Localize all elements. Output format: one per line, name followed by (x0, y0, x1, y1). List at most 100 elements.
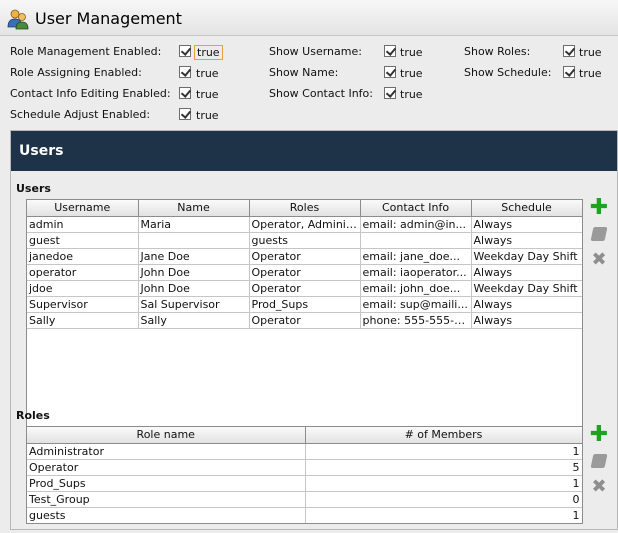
prop-show-schedule: Show Schedule: true (464, 64, 614, 82)
prop-label: Role Management Enabled: (10, 45, 162, 58)
users-table[interactable]: Username Name Roles Contact Info Schedul… (26, 199, 583, 427)
table-cell: Test_Group (27, 491, 306, 508)
show-contact-checkbox[interactable] (384, 87, 396, 99)
role-assigning-checkbox[interactable] (179, 66, 191, 78)
prop-value: true (196, 109, 219, 122)
table-cell: Weekday Day Shift (471, 248, 582, 265)
table-cell (138, 232, 250, 249)
table-cell: John Doe (138, 264, 250, 281)
table-cell: 5 (305, 459, 582, 476)
table-row[interactable]: Supervisor Sal Supervisor Prod_Sups email: … (27, 296, 582, 313)
table-cell: Always (471, 312, 582, 329)
title-bar: User Management (0, 0, 618, 36)
prop-contact-editing: Contact Info Editing Enabled: true (10, 85, 220, 103)
show-schedule-checkbox[interactable] (563, 66, 575, 78)
edit-icon (590, 454, 608, 468)
edit-icon (590, 227, 608, 241)
table-row[interactable]: Sally Sally Operator phone: 555-555-5... Alw… (27, 312, 582, 329)
delete-icon: ✖ (591, 249, 607, 270)
show-roles-checkbox[interactable] (563, 45, 575, 57)
table-cell: jdoe (27, 280, 139, 297)
window-title: User Management (35, 9, 182, 28)
prop-show-name: Show Name: true (269, 64, 429, 82)
prop-show-contact: Show Contact Info: true (269, 85, 429, 103)
column-header[interactable]: Role name (27, 427, 306, 444)
prop-label: Show Username: (269, 45, 362, 58)
table-row[interactable]: Operator 5 (27, 459, 582, 476)
prop-show-roles: Show Roles: true (464, 43, 614, 61)
table-cell: John Doe (138, 280, 250, 297)
column-header[interactable]: # of Members (305, 427, 582, 444)
edit-user-button[interactable] (589, 224, 609, 244)
table-row[interactable]: Prod_Sups 1 (27, 475, 582, 492)
table-row[interactable]: admin Maria Operator, Adminis... email: adm… (27, 216, 582, 233)
prop-label: Schedule Adjust Enabled: (10, 108, 151, 121)
table-cell: Sally (27, 312, 139, 329)
users-section-label: Users (16, 182, 51, 195)
table-row[interactable]: Administrator 1 (27, 443, 582, 460)
prop-label: Show Schedule: (464, 66, 552, 79)
column-header[interactable]: Username (27, 200, 139, 217)
show-name-checkbox[interactable] (384, 66, 396, 78)
column-header[interactable]: Roles (249, 200, 361, 217)
panel-header: Users (11, 131, 617, 171)
delete-icon: ✖ (591, 476, 607, 497)
plus-icon: ✚ (589, 422, 609, 447)
table-row[interactable]: janedoe Jane Doe Operator email: jane_doe..… (27, 248, 582, 265)
table-cell: Maria (138, 216, 250, 233)
prop-label: Show Roles: (464, 45, 531, 58)
table-cell: 1 (305, 475, 582, 492)
table-cell: Administrator (27, 443, 306, 460)
prop-value: true (400, 46, 423, 59)
prop-value: true (196, 67, 219, 80)
show-username-checkbox[interactable] (384, 45, 396, 57)
user-management-panel: Users Users Username Name Roles Contact … (10, 130, 618, 530)
contact-editing-checkbox[interactable] (179, 87, 191, 99)
prop-value: true (400, 88, 423, 101)
delete-user-button[interactable]: ✖ (589, 250, 609, 270)
prop-label: Contact Info Editing Enabled: (10, 87, 171, 100)
table-cell: Always (471, 232, 582, 249)
table-cell: Always (471, 296, 582, 313)
table-cell: Sally (138, 312, 250, 329)
prop-value: true (196, 88, 219, 101)
table-cell: Operator (249, 248, 361, 265)
column-header[interactable]: Name (138, 200, 250, 217)
roles-table[interactable]: Role name # of Members Administrator 1 Op… (26, 426, 583, 524)
add-user-button[interactable]: ✚ (589, 197, 609, 219)
properties-area: Role Management Enabled: true Role Assig… (0, 40, 618, 130)
delete-role-button[interactable]: ✖ (589, 477, 609, 497)
column-header[interactable]: Contact Info (360, 200, 472, 217)
prop-value: true (579, 67, 602, 80)
prop-value[interactable]: true (194, 45, 223, 60)
prop-label: Show Name: (269, 66, 339, 79)
table-cell: email: admin@in... (360, 216, 472, 233)
add-role-button[interactable]: ✚ (589, 422, 609, 447)
table-cell: email: john_doe... (360, 280, 472, 297)
prop-label: Role Assigning Enabled: (10, 66, 142, 79)
table-row[interactable]: operator John Doe Operator email: iaoperato… (27, 264, 582, 281)
prop-value: true (400, 67, 423, 80)
table-cell: email: jane_doe... (360, 248, 472, 265)
edit-role-button[interactable] (589, 451, 609, 471)
role-management-checkbox[interactable] (179, 45, 191, 57)
column-header[interactable]: Schedule (471, 200, 582, 217)
table-cell: email: iaoperator... (360, 264, 472, 281)
table-cell: Prod_Sups (27, 475, 306, 492)
table-cell: Jane Doe (138, 248, 250, 265)
table-cell (360, 232, 472, 249)
schedule-adjust-checkbox[interactable] (179, 108, 191, 120)
table-row[interactable]: guest guests Always (27, 232, 582, 249)
table-cell: guests (27, 507, 306, 523)
roles-header-row: Role name # of Members (27, 427, 582, 444)
table-cell: phone: 555-555-5... (360, 312, 472, 329)
roles-section-label: Roles (16, 409, 50, 422)
panel-title: Users (19, 143, 64, 159)
table-cell: Operator (249, 312, 361, 329)
users-header-row: Username Name Roles Contact Info Schedul… (27, 200, 582, 217)
table-row[interactable]: Test_Group 0 (27, 491, 582, 508)
table-cell: Prod_Sups (249, 296, 361, 313)
table-row[interactable]: guests 1 (27, 507, 582, 523)
table-row[interactable]: jdoe John Doe Operator email: john_doe... We… (27, 280, 582, 297)
table-cell: janedoe (27, 248, 139, 265)
